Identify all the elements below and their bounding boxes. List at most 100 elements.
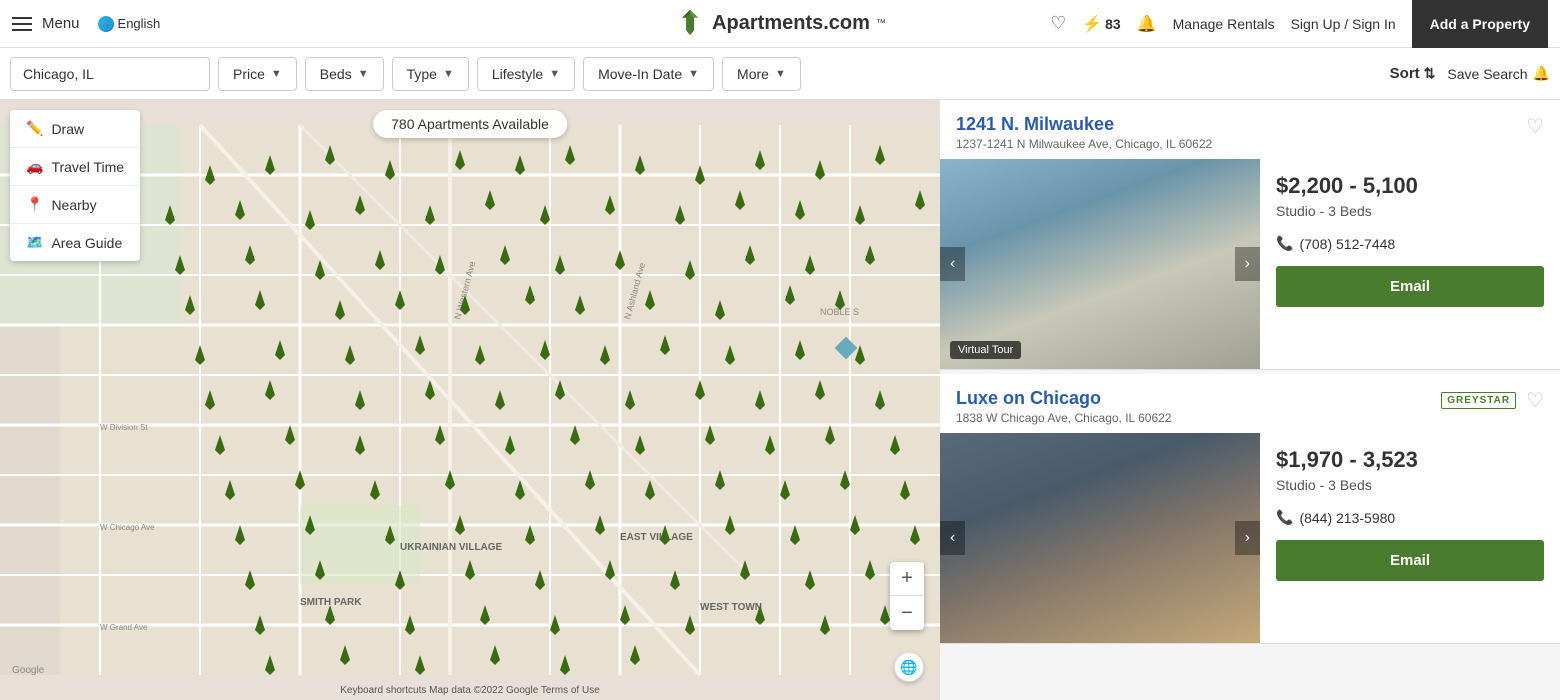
nearby-tool[interactable]: 📍 Nearby xyxy=(10,186,140,224)
listing-beds: Studio - 3 Beds xyxy=(1276,477,1544,493)
sort-icon: ⇅ xyxy=(1424,65,1436,82)
more-filter-button[interactable]: More ▼ xyxy=(722,57,801,91)
image-next-button[interactable]: › xyxy=(1235,247,1260,281)
phone-number: (708) 512-7448 xyxy=(1299,236,1395,252)
more-label: More xyxy=(737,66,769,82)
listing-phone: 📞 (844) 213-5980 xyxy=(1276,509,1544,526)
site-logo[interactable]: Apartments.com ™ xyxy=(674,8,886,40)
map-globe-button[interactable]: 🌐 xyxy=(894,652,924,682)
price-label: Price xyxy=(233,66,265,82)
listing-favorite-button[interactable]: ♡ xyxy=(1526,114,1544,139)
listing-beds: Studio - 3 Beds xyxy=(1276,203,1544,219)
listing-details: $1,970 - 3,523 Studio - 3 Beds 📞 (844) 2… xyxy=(1260,433,1560,643)
zoom-in-button[interactable]: + xyxy=(890,562,924,596)
draw-icon: ✏️ xyxy=(26,120,43,137)
logo-icon xyxy=(674,8,706,40)
logo-tm: ™ xyxy=(876,18,886,29)
movein-label: Move-In Date xyxy=(598,66,682,82)
listing-header-right: GREYSTAR ♡ xyxy=(1441,388,1544,413)
listing-card: 1241 N. Milwaukee 1237-1241 N Milwaukee … xyxy=(940,100,1560,370)
add-property-button[interactable]: Add a Property xyxy=(1412,0,1548,48)
listing-favorite-button[interactable]: ♡ xyxy=(1526,388,1544,413)
listing-header: 1241 N. Milwaukee 1237-1241 N Milwaukee … xyxy=(940,100,1560,159)
language-selector[interactable]: 🌐 English xyxy=(98,16,161,32)
listing-title[interactable]: 1241 N. Milwaukee xyxy=(956,114,1212,135)
svg-text:W Division St: W Division St xyxy=(100,423,148,432)
map-count-badge: 780 Apartments Available xyxy=(373,110,567,138)
listing-details: $2,200 - 5,100 Studio - 3 Beds 📞 (708) 5… xyxy=(1260,159,1560,369)
listing-email-button[interactable]: Email xyxy=(1276,540,1544,581)
svg-text:EAST VILLAGE: EAST VILLAGE xyxy=(620,532,693,543)
travel-label: Travel Time xyxy=(51,159,124,175)
sort-button[interactable]: Sort ⇅ xyxy=(1390,65,1436,82)
beds-chevron-icon: ▼ xyxy=(358,68,369,80)
travel-time-tool[interactable]: 🚗 Travel Time xyxy=(10,148,140,186)
svg-text:WEST TOWN: WEST TOWN xyxy=(700,602,762,613)
listing-address: 1237-1241 N Milwaukee Ave, Chicago, IL 6… xyxy=(956,137,1212,151)
save-search-bell-icon: 🔔 xyxy=(1533,65,1550,82)
listing-phone: 📞 (708) 512-7448 xyxy=(1276,235,1544,252)
lifestyle-label: Lifestyle xyxy=(492,66,543,82)
header-left: Menu 🌐 English xyxy=(12,15,160,32)
movein-filter-button[interactable]: Move-In Date ▼ xyxy=(583,57,714,91)
location-icon: 📍 xyxy=(26,196,43,213)
hamburger-menu-button[interactable] xyxy=(12,17,32,31)
header: Menu 🌐 English Apartments.com ™ ♡ ⚡ 83 🔔… xyxy=(0,0,1560,48)
listing-body: ‹ › $1,970 - 3,523 Studio - 3 Beds 📞 (84… xyxy=(940,433,1560,643)
map-attribution: Keyboard shortcuts Map data ©2022 Google… xyxy=(340,685,600,696)
draw-tool[interactable]: ✏️ Draw xyxy=(10,110,140,148)
svg-text:SMITH PARK: SMITH PARK xyxy=(300,597,362,608)
greystar-logo: GREYSTAR xyxy=(1441,392,1516,409)
zoom-out-button[interactable]: − xyxy=(890,596,924,630)
phone-icon: 📞 xyxy=(1276,235,1293,252)
listings-panel: 1241 N. Milwaukee 1237-1241 N Milwaukee … xyxy=(940,100,1560,700)
image-next-button[interactable]: › xyxy=(1235,521,1260,555)
listing-email-button[interactable]: Email xyxy=(1276,266,1544,307)
movein-chevron-icon: ▼ xyxy=(688,68,699,80)
image-prev-button[interactable]: ‹ xyxy=(940,521,965,555)
favorites-button[interactable]: ♡ xyxy=(1050,13,1066,34)
listing-image-wrap: ‹ › Virtual Tour xyxy=(940,159,1260,369)
price-chevron-icon: ▼ xyxy=(271,68,282,80)
guide-icon: 🗺️ xyxy=(26,234,43,251)
search-input[interactable] xyxy=(10,57,210,91)
menu-label[interactable]: Menu xyxy=(42,15,80,32)
listing-card: Luxe on Chicago 1838 W Chicago Ave, Chic… xyxy=(940,374,1560,644)
area-guide-tool[interactable]: 🗺️ Area Guide xyxy=(10,224,140,261)
image-prev-button[interactable]: ‹ xyxy=(940,247,965,281)
save-search-button[interactable]: Save Search 🔔 xyxy=(1447,65,1550,82)
lifestyle-filter-button[interactable]: Lifestyle ▼ xyxy=(477,57,575,91)
listing-address: 1838 W Chicago Ave, Chicago, IL 60622 xyxy=(956,411,1171,425)
map-tools: ✏️ Draw 🚗 Travel Time 📍 Nearby 🗺️ Area G… xyxy=(10,110,140,261)
bolt-group: ⚡ 83 xyxy=(1082,14,1121,34)
manage-rentals-link[interactable]: Manage Rentals xyxy=(1173,16,1275,32)
listing-image-wrap: ‹ › xyxy=(940,433,1260,643)
type-chevron-icon: ▼ xyxy=(443,68,454,80)
draw-label: Draw xyxy=(51,121,84,137)
car-icon: 🚗 xyxy=(26,158,43,175)
listing-body: ‹ › Virtual Tour $2,200 - 5,100 Studio -… xyxy=(940,159,1560,369)
bolt-icon: ⚡ xyxy=(1082,14,1102,34)
notifications-button[interactable]: 🔔 xyxy=(1137,14,1157,34)
hamburger-icon xyxy=(12,17,32,31)
logo-text: Apartments.com xyxy=(712,12,870,35)
phone-icon: 📞 xyxy=(1276,509,1293,526)
listing-title[interactable]: Luxe on Chicago xyxy=(956,388,1171,409)
type-filter-button[interactable]: Type ▼ xyxy=(392,57,469,91)
bell-icon: 🔔 xyxy=(1137,14,1157,34)
svg-text:W Chicago Ave: W Chicago Ave xyxy=(100,523,155,532)
area-guide-label: Area Guide xyxy=(51,235,122,251)
nearby-label: Nearby xyxy=(51,197,96,213)
listing-price: $2,200 - 5,100 xyxy=(1276,173,1544,199)
price-filter-button[interactable]: Price ▼ xyxy=(218,57,297,91)
save-search-label: Save Search xyxy=(1447,66,1527,82)
svg-text:Google: Google xyxy=(12,665,45,676)
map-area[interactable]: ✏️ Draw 🚗 Travel Time 📍 Nearby 🗺️ Area G… xyxy=(0,100,940,700)
phone-number: (844) 213-5980 xyxy=(1299,510,1395,526)
sign-up-in-links[interactable]: Sign Up / Sign In xyxy=(1291,16,1396,32)
listing-title-group: Luxe on Chicago 1838 W Chicago Ave, Chic… xyxy=(956,388,1171,425)
map-zoom-controls: + − xyxy=(890,562,924,630)
filter-bar: Price ▼ Beds ▼ Type ▼ Lifestyle ▼ Move-I… xyxy=(0,48,1560,100)
listing-title-group: 1241 N. Milwaukee 1237-1241 N Milwaukee … xyxy=(956,114,1212,151)
beds-filter-button[interactable]: Beds ▼ xyxy=(305,57,384,91)
